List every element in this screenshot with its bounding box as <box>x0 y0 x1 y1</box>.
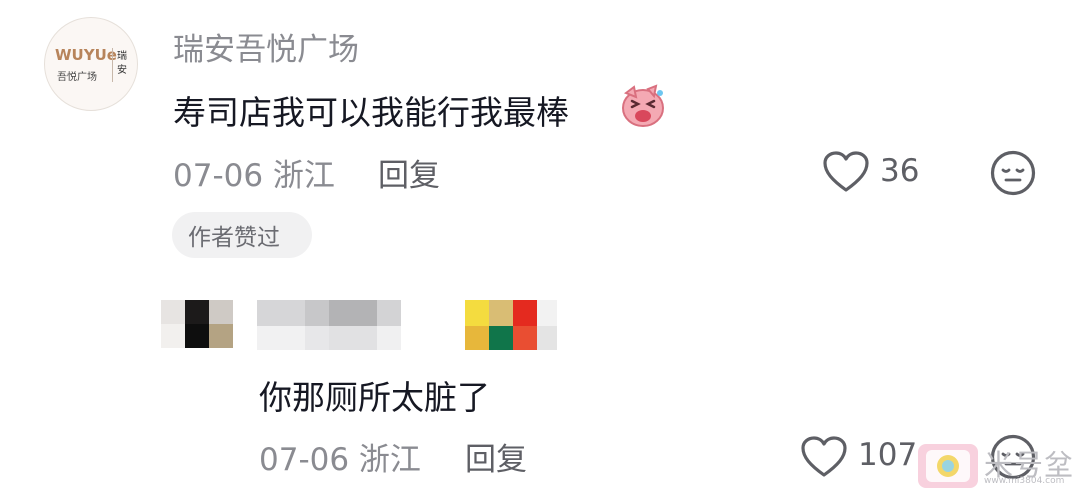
author-liked-label: 作者赞过 <box>188 225 280 251</box>
author-liked-badge: 作者赞过 <box>172 212 312 258</box>
avatar[interactable]: WUYUe 吾悦广场 瑞安 <box>44 17 138 111</box>
comment-username[interactable]: 瑞安吾悦广场 <box>173 24 359 69</box>
reply-button[interactable]: 回复 <box>378 150 440 195</box>
avatar-brand: WUYUe <box>55 46 117 64</box>
reply-reply-button[interactable]: 回复 <box>465 434 527 479</box>
reply-text: 你那厕所太脏了 <box>259 378 490 417</box>
pig-laughing-emoji <box>622 84 664 127</box>
like-count: 36 <box>880 153 920 189</box>
heart-icon[interactable] <box>800 435 848 479</box>
comment-text: 寿司店我可以我能行我最棒 <box>173 93 569 132</box>
watermark: 米号坌 www.mi3804.com <box>918 440 1080 491</box>
dislike-face-icon[interactable] <box>989 149 1037 197</box>
heart-icon[interactable] <box>822 150 870 194</box>
watermark-url: www.mi3804.com <box>984 476 1065 486</box>
watermark-logo-icon <box>918 444 978 488</box>
pixelated-reply-author[interactable] <box>161 300 561 352</box>
comment-meta: 07-06 浙江 <box>173 158 335 194</box>
reply-like-count: 107 <box>858 437 918 473</box>
avatar-divider <box>112 48 113 82</box>
avatar-city: 瑞安 <box>117 51 127 76</box>
reply-meta: 07-06 浙江 <box>259 442 421 478</box>
avatar-brand-sub: 吾悦广场 <box>57 72 97 83</box>
